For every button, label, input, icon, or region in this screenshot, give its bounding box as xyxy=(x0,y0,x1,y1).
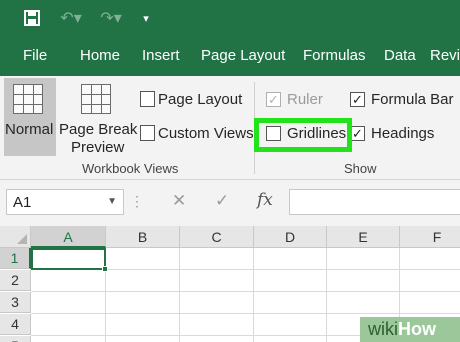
page-layout-view-icon[interactable] xyxy=(140,91,155,107)
active-cell-a1[interactable] xyxy=(31,248,106,270)
title-bar: ↶▾ ↷▾ ▾ xyxy=(0,0,460,36)
workbook-views-group-label: Workbook Views xyxy=(82,161,179,176)
row-header-2[interactable]: 2 xyxy=(0,270,31,291)
row-header-3[interactable]: 3 xyxy=(0,292,31,313)
formula-bar: A1 ▼ ⋮ ✕ ✓ fx xyxy=(0,180,460,226)
redo-icon[interactable]: ↷▾ xyxy=(98,9,124,27)
cancel-icon[interactable]: ✕ xyxy=(172,191,186,211)
tab-data[interactable]: Data xyxy=(384,36,416,76)
select-all-button[interactable] xyxy=(0,226,31,248)
fill-handle[interactable] xyxy=(102,266,108,272)
normal-view-label: Normal xyxy=(5,121,54,138)
tab-formulas[interactable]: Formulas xyxy=(303,36,366,76)
ruler-label: Ruler xyxy=(287,91,323,108)
column-header-d[interactable]: D xyxy=(254,226,327,248)
tab-home[interactable]: Home xyxy=(80,36,120,76)
chevron-down-icon[interactable]: ▼ xyxy=(107,196,117,207)
tab-page-layout[interactable]: Page Layout xyxy=(201,36,285,76)
wikihow-watermark: wikiHow xyxy=(360,317,460,342)
headings-checkbox[interactable]: ✓ xyxy=(350,126,365,141)
gridline xyxy=(253,248,254,342)
column-header-a[interactable]: A xyxy=(31,226,106,248)
undo-icon[interactable]: ↶▾ xyxy=(58,9,84,27)
save-icon[interactable] xyxy=(24,9,40,27)
name-box[interactable]: A1 ▼ xyxy=(6,189,124,215)
watermark-how: How xyxy=(398,319,436,339)
ribbon-tabs: File Home Insert Page Layout Formulas Da… xyxy=(0,36,460,76)
formula-bar-label: Formula Bar xyxy=(371,91,454,108)
row-header-1[interactable]: 1 xyxy=(0,248,31,269)
gridline xyxy=(326,248,327,342)
normal-view-icon xyxy=(13,84,43,114)
ribbon: Normal Page Break Preview Page Layout Cu… xyxy=(0,76,460,180)
row-header-5[interactable]: 5 xyxy=(0,336,31,342)
formula-bar-checkbox[interactable]: ✓ xyxy=(350,92,365,107)
gridline xyxy=(31,291,460,292)
column-header-b[interactable]: B xyxy=(106,226,180,248)
gridline xyxy=(179,248,180,342)
enter-icon[interactable]: ✓ xyxy=(215,191,229,211)
page-break-preview-label-2[interactable]: Preview xyxy=(71,139,124,157)
watermark-wiki: wiki xyxy=(368,319,398,339)
ruler-checkbox[interactable]: ✓ xyxy=(266,92,281,107)
column-header-f[interactable]: F xyxy=(400,226,460,248)
page-break-preview-label[interactable]: Page Break xyxy=(59,121,137,139)
tab-review[interactable]: Revi xyxy=(430,36,460,76)
column-header-c[interactable]: C xyxy=(180,226,254,248)
custom-views-icon[interactable] xyxy=(140,125,155,141)
column-header-e[interactable]: E xyxy=(327,226,400,248)
page-layout-view-button[interactable]: Page Layout xyxy=(158,91,242,109)
more-icon: ⋮ xyxy=(130,193,144,209)
formula-input[interactable] xyxy=(289,189,460,215)
headings-label: Headings xyxy=(371,125,435,142)
insert-function-icon[interactable]: fx xyxy=(257,190,273,210)
gridlines-highlight xyxy=(254,118,352,152)
gridline xyxy=(31,313,460,314)
select-all-icon xyxy=(17,234,27,244)
tab-file[interactable]: File xyxy=(23,36,47,76)
tab-insert[interactable]: Insert xyxy=(142,36,180,76)
custom-views-button[interactable]: Custom Views xyxy=(158,125,254,143)
customize-qat-icon[interactable]: ▾ xyxy=(140,9,152,27)
name-box-value: A1 xyxy=(13,194,32,211)
show-group-label: Show xyxy=(344,161,377,176)
row-header-4[interactable]: 4 xyxy=(0,314,31,335)
page-break-preview-icon[interactable] xyxy=(81,84,111,114)
